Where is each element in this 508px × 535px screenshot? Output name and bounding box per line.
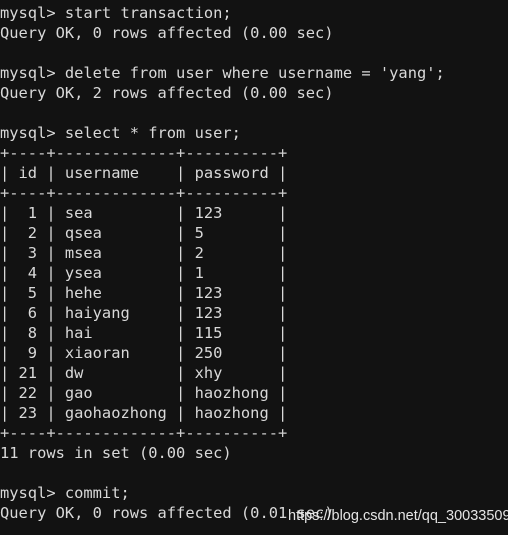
terminal-output: mysql> start transaction; Query OK, 0 ro… <box>0 3 508 523</box>
terminal-window[interactable]: mysql> start transaction; Query OK, 0 ro… <box>0 0 508 535</box>
table-row: | 1 | sea | 123 | <box>0 204 288 222</box>
terminal-line: Query OK, 2 rows affected (0.00 sec) <box>0 84 334 102</box>
table-row: | 3 | msea | 2 | <box>0 244 288 262</box>
terminal-line: mysql> commit; <box>0 484 130 502</box>
table-row: | 9 | xiaoran | 250 | <box>0 344 288 362</box>
terminal-line: Query OK, 0 rows affected (0.00 sec) <box>0 24 334 42</box>
table-border-bottom: +----+-------------+----------+ <box>0 424 288 442</box>
table-row: | 21 | dw | xhy | <box>0 364 288 382</box>
table-border-header: +----+-------------+----------+ <box>0 184 288 202</box>
table-border-top: +----+-------------+----------+ <box>0 144 288 162</box>
table-row: | 6 | haiyang | 123 | <box>0 304 288 322</box>
table-row: | 22 | gao | haozhong | <box>0 384 288 402</box>
terminal-line: mysql> delete from user where username =… <box>0 64 445 82</box>
terminal-line: Query OK, 0 rows affected (0.01 sec) <box>0 504 334 522</box>
terminal-line: mysql> select * from user; <box>0 124 241 142</box>
table-row: | 4 | ysea | 1 | <box>0 264 288 282</box>
table-row: | 23 | gaohaozhong | haozhong | <box>0 404 288 422</box>
table-row: | 8 | hai | 115 | <box>0 324 288 342</box>
terminal-line: mysql> start transaction; <box>0 4 232 22</box>
row-count-text: 11 rows in set (0.00 sec) <box>0 444 232 462</box>
table-row: | 5 | hehe | 123 | <box>0 284 288 302</box>
table-header-row: | id | username | password | <box>0 164 288 182</box>
table-row: | 2 | qsea | 5 | <box>0 224 288 242</box>
